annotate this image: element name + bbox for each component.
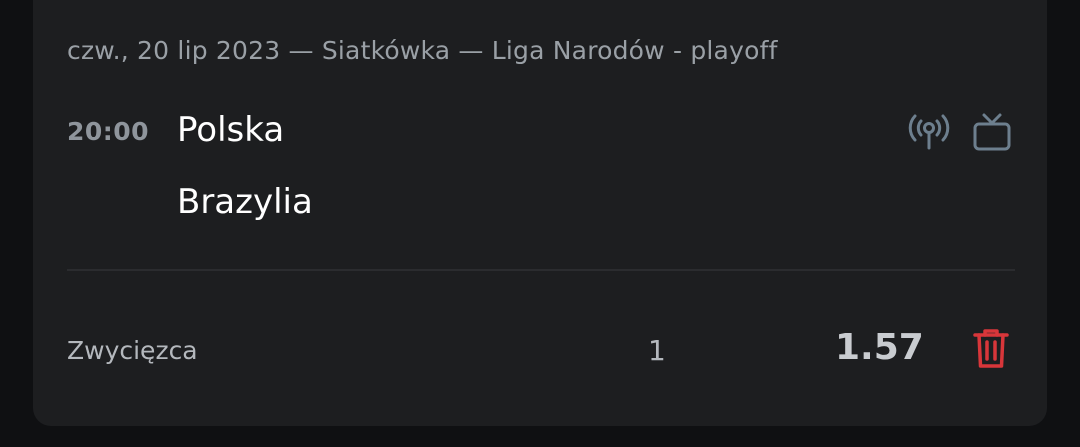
away-team: Brazylia xyxy=(177,182,313,222)
broadcast-icon[interactable] xyxy=(907,110,951,154)
bet-card: czw., 20 lip 2023 — Siatkówka — Liga Nar… xyxy=(33,0,1047,426)
divider xyxy=(67,269,1015,271)
market-label: Zwycięzca xyxy=(67,336,198,365)
event-meta: czw., 20 lip 2023 — Siatkówka — Liga Nar… xyxy=(67,36,778,65)
home-team: Polska xyxy=(177,110,285,150)
event-time: 20:00 xyxy=(67,117,150,146)
odds-value: 1.57 xyxy=(835,327,924,368)
trash-icon[interactable] xyxy=(969,326,1013,370)
selection-value: 1 xyxy=(648,334,666,367)
tv-icon[interactable] xyxy=(970,110,1014,154)
